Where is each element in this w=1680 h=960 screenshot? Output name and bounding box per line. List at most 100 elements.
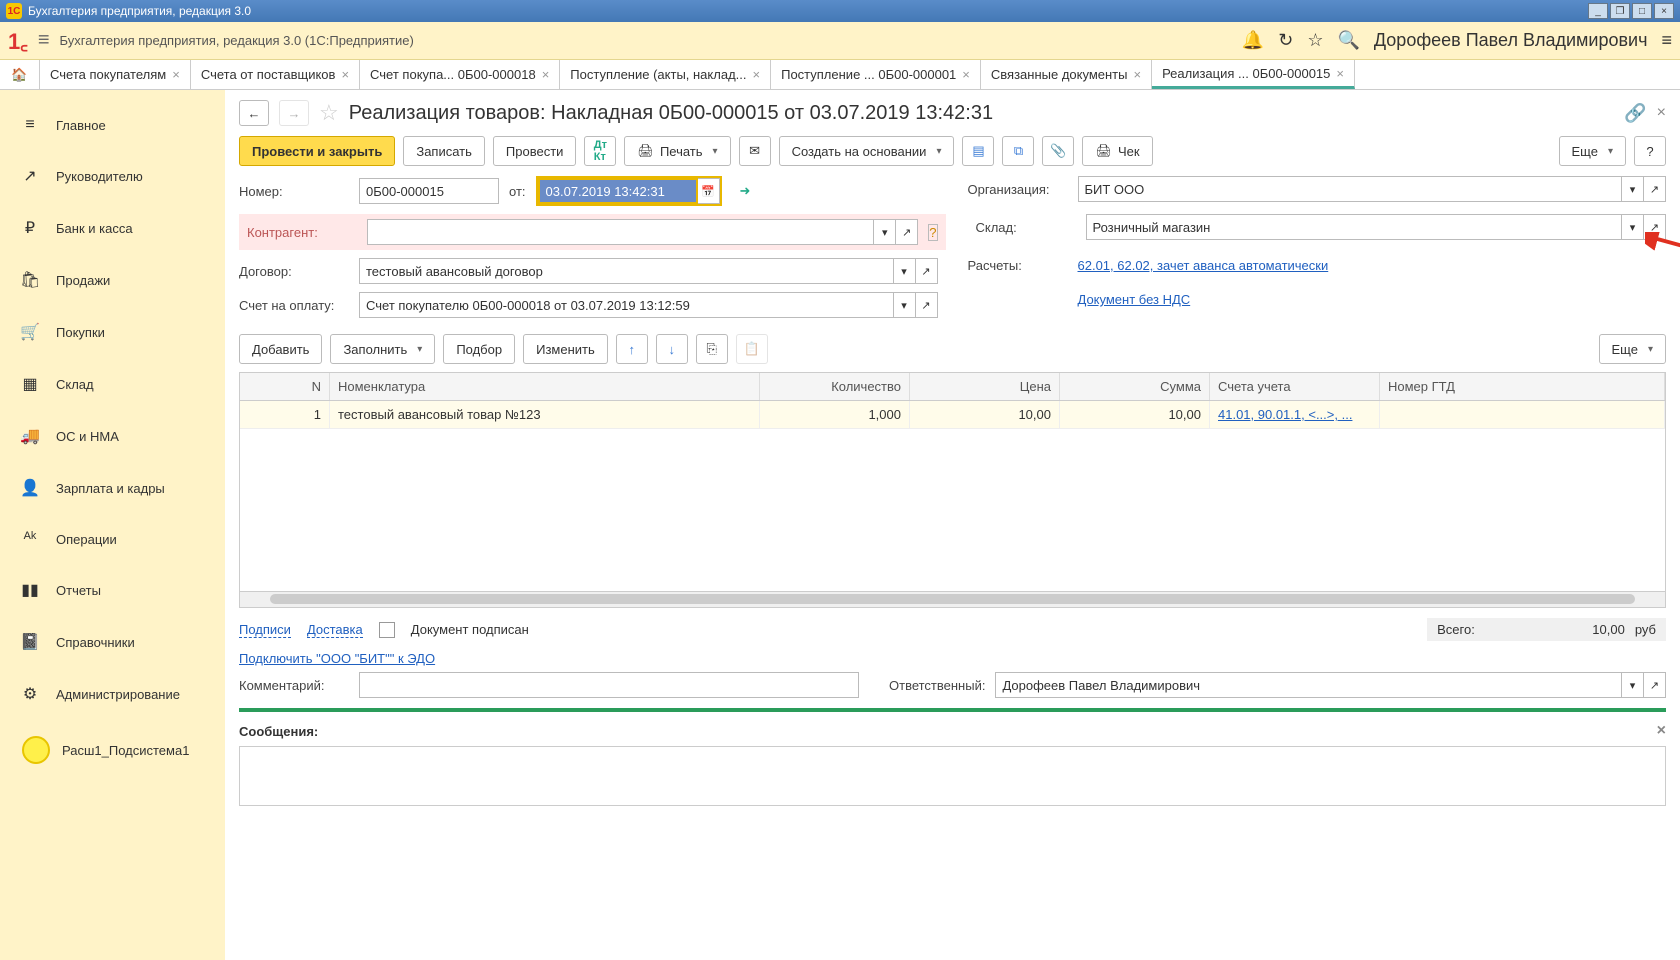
open-button[interactable]: ↗ <box>1644 214 1666 240</box>
close-icon[interactable]: × <box>172 67 180 82</box>
dropdown-button[interactable]: ▾ <box>1622 672 1644 698</box>
sidebar-item-salary[interactable]: 👤Зарплата и кадры <box>0 462 225 514</box>
col-n[interactable]: N <box>240 373 330 400</box>
dropdown-button[interactable]: ▾ <box>874 219 896 245</box>
tab[interactable]: Счета покупателям× <box>40 60 191 89</box>
close-icon[interactable]: × <box>753 67 761 82</box>
report-button[interactable]: ▤ <box>962 136 994 166</box>
tab[interactable]: Счет покупа... 0Б00-000018× <box>360 60 560 89</box>
select-button[interactable]: Подбор <box>443 334 515 364</box>
comment-input[interactable] <box>359 672 859 698</box>
bell-icon[interactable]: 🔔 <box>1242 30 1264 51</box>
settings-icon[interactable]: ≡ <box>1661 30 1672 51</box>
horizontal-scrollbar[interactable] <box>239 592 1666 608</box>
sidebar-item-extension[interactable]: Расш1_Подсистема1 <box>0 720 225 780</box>
minimize-button[interactable]: _ <box>1588 3 1608 19</box>
forward-button[interactable]: → <box>279 100 309 126</box>
col-gtd[interactable]: Номер ГТД <box>1380 373 1665 400</box>
tab[interactable]: Связанные документы× <box>981 60 1152 89</box>
favorite-icon[interactable]: ☆ <box>319 100 339 126</box>
invoice-input[interactable] <box>359 292 894 318</box>
edo-link[interactable]: Подключить "ООО "БИТ"" к ЭДО <box>239 651 435 666</box>
search-icon[interactable]: 🔍 <box>1337 30 1359 51</box>
tab[interactable]: Счета от поставщиков× <box>191 60 360 89</box>
messages-box[interactable] <box>239 746 1666 806</box>
tab[interactable]: Поступление (акты, наклад...× <box>560 60 771 89</box>
check-button[interactable]: 🖨 Чек <box>1082 136 1152 166</box>
post-button[interactable]: Провести <box>493 136 577 166</box>
sidebar-item-assets[interactable]: 🚚ОС и НМА <box>0 410 225 462</box>
sidebar-item-main[interactable]: ≡Главное <box>0 100 225 150</box>
tab[interactable]: Поступление ... 0Б00-000001× <box>771 60 981 89</box>
post-close-button[interactable]: Провести и закрыть <box>239 136 395 166</box>
table-more-button[interactable]: Еще <box>1599 334 1666 364</box>
signatures-link[interactable]: Подписи <box>239 622 291 638</box>
post-status-icon[interactable]: ➜ <box>740 183 751 199</box>
dropdown-button[interactable]: ▾ <box>894 292 916 318</box>
open-button[interactable]: ↗ <box>1644 672 1666 698</box>
calc-link[interactable]: 62.01, 62.02, зачет аванса автоматически <box>1078 258 1329 273</box>
novatnds-link[interactable]: Документ без НДС <box>1078 292 1191 307</box>
create-based-button[interactable]: Создать на основании <box>779 136 955 166</box>
open-button[interactable]: ↗ <box>916 292 938 318</box>
sidebar-item-bank[interactable]: ₽Банк и касса <box>0 202 225 254</box>
user-name[interactable]: Дорофеев Павел Владимирович <box>1374 30 1648 51</box>
restore-button[interactable]: ❐ <box>1610 3 1630 19</box>
attach-button[interactable]: 📎 <box>1042 136 1074 166</box>
history-icon[interactable]: ↻ <box>1278 30 1293 51</box>
dropdown-button[interactable]: ▾ <box>1622 176 1644 202</box>
structure-button[interactable]: ⧉ <box>1002 136 1034 166</box>
close-messages-icon[interactable]: × <box>1657 722 1666 740</box>
dropdown-button[interactable]: ▾ <box>894 258 916 284</box>
help-button[interactable]: ? <box>1634 136 1666 166</box>
sidebar-item-purchases[interactable]: 🛒Покупки <box>0 306 225 358</box>
col-qty[interactable]: Количество <box>760 373 910 400</box>
move-down-button[interactable]: ↓ <box>656 334 688 364</box>
sidebar-item-sales[interactable]: 🛍Продажи <box>0 254 225 306</box>
sidebar-item-manager[interactable]: ↗Руководителю <box>0 150 225 202</box>
warehouse-input[interactable] <box>1086 214 1623 240</box>
close-window-button[interactable]: × <box>1654 3 1674 19</box>
date-input[interactable] <box>538 178 698 204</box>
sidebar-item-catalogs[interactable]: 📓Справочники <box>0 616 225 668</box>
close-icon[interactable]: × <box>1657 104 1666 122</box>
contract-input[interactable] <box>359 258 894 284</box>
org-input[interactable] <box>1078 176 1623 202</box>
star-icon[interactable]: ☆ <box>1307 30 1323 51</box>
dtkt-button[interactable]: ДтКт <box>584 136 616 166</box>
close-icon[interactable]: × <box>1336 66 1344 81</box>
counterparty-input[interactable] <box>367 219 874 245</box>
menu-icon[interactable]: ≡ <box>38 29 50 52</box>
close-icon[interactable]: × <box>1133 67 1141 82</box>
table-row[interactable]: 1 тестовый авансовый товар №123 1,000 10… <box>240 401 1665 429</box>
close-icon[interactable]: × <box>962 67 970 82</box>
help-icon[interactable]: ? <box>928 224 937 241</box>
more-button[interactable]: Еще <box>1559 136 1626 166</box>
col-sum[interactable]: Сумма <box>1060 373 1210 400</box>
add-button[interactable]: Добавить <box>239 334 322 364</box>
back-button[interactable]: ← <box>239 100 269 126</box>
link-icon[interactable]: 🔗 <box>1624 103 1646 124</box>
email-button[interactable]: ✉ <box>739 136 771 166</box>
open-button[interactable]: ↗ <box>1644 176 1666 202</box>
responsible-input[interactable] <box>995 672 1622 698</box>
open-button[interactable]: ↗ <box>916 258 938 284</box>
col-accounts[interactable]: Счета учета <box>1210 373 1380 400</box>
col-nomenclature[interactable]: Номенклатура <box>330 373 760 400</box>
tab-active[interactable]: Реализация ... 0Б00-000015× <box>1152 60 1355 89</box>
number-input[interactable] <box>359 178 499 204</box>
close-icon[interactable]: × <box>341 67 349 82</box>
sidebar-item-warehouse[interactable]: ▦Склад <box>0 358 225 410</box>
fill-button[interactable]: Заполнить <box>330 334 435 364</box>
doc-signed-checkbox[interactable] <box>379 622 395 638</box>
maximize-button[interactable]: □ <box>1632 3 1652 19</box>
home-tab[interactable]: 🏠 <box>0 60 40 89</box>
sidebar-item-reports[interactable]: ▮▮Отчеты <box>0 564 225 616</box>
sidebar-item-operations[interactable]: ᴬᵏОперации <box>0 514 225 564</box>
accounts-link[interactable]: 41.01, 90.01.1, <...>, ... <box>1218 407 1352 422</box>
calendar-button[interactable]: 📅 <box>698 178 720 204</box>
close-icon[interactable]: × <box>542 67 550 82</box>
print-button[interactable]: 🖨 Печать <box>624 136 730 166</box>
move-up-button[interactable]: ↑ <box>616 334 648 364</box>
sidebar-item-admin[interactable]: ⚙Администрирование <box>0 668 225 720</box>
